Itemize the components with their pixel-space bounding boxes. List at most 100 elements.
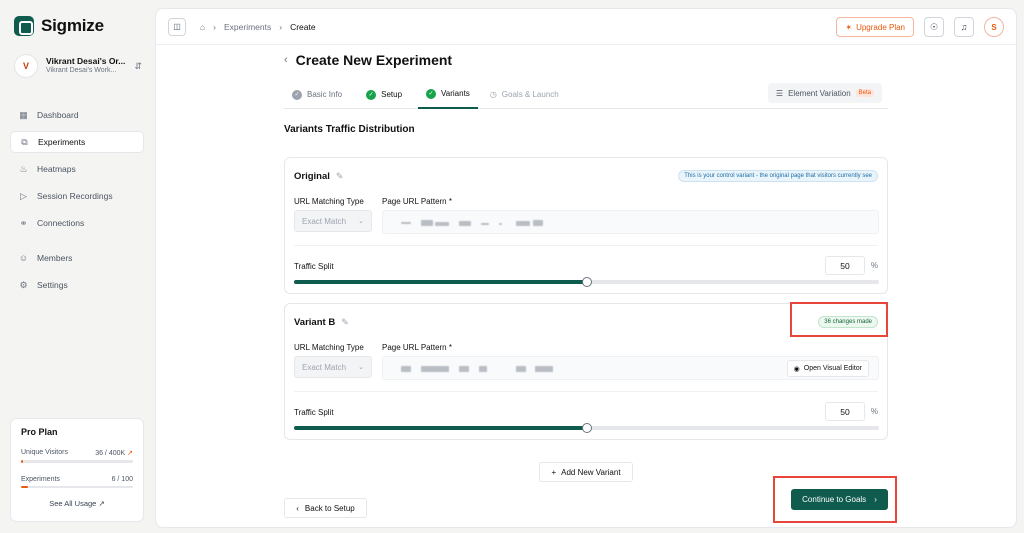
stepper-tabs: ✓ Basic Info ✓ Setup ✓ Variants ◷ Goals … xyxy=(284,81,888,109)
slider-fill xyxy=(294,426,587,430)
page-title: ‹ Create New Experiment xyxy=(284,52,453,68)
url-matching-select[interactable]: Exact Match ⌄ xyxy=(294,210,372,232)
bell-icon: ♫ xyxy=(960,22,968,32)
support-button[interactable]: ☉ xyxy=(924,17,944,37)
tab-setup[interactable]: ✓ Setup xyxy=(358,81,410,109)
sparkle-icon: ✶ xyxy=(845,22,853,32)
video-icon: ▷ xyxy=(20,190,27,201)
layers-icon: ☰ xyxy=(775,88,784,98)
traffic-slider[interactable] xyxy=(294,277,879,287)
see-all-usage-link[interactable]: See All Usage ↗ xyxy=(21,499,133,508)
slider-handle[interactable] xyxy=(581,423,592,433)
chevron-down-icon: ⌄ xyxy=(358,218,364,225)
dashboard-icon: ▦ xyxy=(19,109,28,120)
experiments-icon: ⧉ xyxy=(21,136,28,147)
experiments-usage-value: 6 / 100 xyxy=(111,475,133,483)
variant-name: Original xyxy=(294,171,330,182)
sidebar-item-members[interactable]: ☺ Members xyxy=(10,247,144,269)
brand-name: Sigmize xyxy=(41,16,104,35)
sidebar-item-label: Session Recordings xyxy=(37,191,113,201)
back-to-setup-button[interactable]: ‹ Back to Setup xyxy=(284,498,367,518)
sidebar-item-experiments[interactable]: ⧉ Experiments xyxy=(10,131,144,153)
breadcrumb-experiments[interactable]: Experiments xyxy=(224,22,271,32)
home-icon[interactable]: ⌂ xyxy=(200,22,205,32)
sidebar-item-session-recordings[interactable]: ▷ Session Recordings xyxy=(10,185,144,207)
slider-fill xyxy=(294,280,587,284)
page-url-label: Page URL Pattern * xyxy=(382,343,452,352)
org-workspace: Vikrant Desai's Work... xyxy=(46,66,117,74)
breadcrumb-current: Create xyxy=(290,21,316,32)
sidebar-item-dashboard[interactable]: ▦ Dashboard xyxy=(10,104,144,126)
sidebar-toggle-button[interactable]: ◫ xyxy=(168,17,186,36)
chevron-right-icon: › xyxy=(213,21,216,32)
traffic-slider[interactable] xyxy=(294,423,879,433)
chevron-right-icon: › xyxy=(279,21,283,32)
variant-name: Variant B xyxy=(294,317,336,328)
tab-variants[interactable]: ✓ Variants xyxy=(418,81,478,109)
sidebar-nav: ▦ Dashboard ⧉ Experiments ♨ Heatmaps ▷ S… xyxy=(10,104,144,301)
edit-icon[interactable]: ✎ xyxy=(341,317,349,328)
org-name: Vikrant Desai's Or... xyxy=(46,56,126,67)
annotation-highlight-changes xyxy=(790,302,888,337)
slider-handle[interactable] xyxy=(581,277,592,287)
variant-card-original: Original ✎ This is your control variant … xyxy=(284,157,888,294)
sidebar: Sigmize V Vikrant Desai's Or... Vikrant … xyxy=(0,0,152,533)
visitors-value: 36 / 400K xyxy=(95,450,126,457)
traffic-split-input[interactable]: 50 xyxy=(825,402,865,421)
sigmize-logo-icon xyxy=(14,16,34,36)
element-variation-button[interactable]: ☰ Element Variation Beta xyxy=(767,83,882,103)
url-matching-label: URL Matching Type xyxy=(294,197,364,206)
edit-icon[interactable]: ✎ xyxy=(336,171,344,182)
members-icon: ☺ xyxy=(18,253,29,263)
traffic-split-label: Traffic Split xyxy=(294,408,334,417)
user-avatar[interactable]: S xyxy=(984,17,1004,37)
eye-icon: ◉ xyxy=(793,365,800,373)
check-circle-icon: ✓ xyxy=(426,88,437,99)
tab-basic-info[interactable]: ✓ Basic Info xyxy=(284,81,350,109)
upgrade-plan-button[interactable]: ✶ Upgrade Plan xyxy=(836,17,914,37)
heatmaps-icon: ♨ xyxy=(19,163,28,174)
url-matching-label: URL Matching Type xyxy=(294,343,364,352)
chevron-left-icon: ‹ xyxy=(296,503,299,513)
experiments-usage-label: Experiments xyxy=(21,475,60,483)
org-avatar: V xyxy=(14,54,38,78)
add-new-variant-button[interactable]: + Add New Variant xyxy=(539,462,633,482)
open-visual-editor-button[interactable]: ◉ Open Visual Editor xyxy=(786,360,869,377)
notifications-button[interactable]: ♫ xyxy=(954,17,974,37)
clock-icon: ◷ xyxy=(489,90,497,99)
traffic-split-label: Traffic Split xyxy=(294,262,334,271)
traffic-split-input[interactable]: 50 xyxy=(825,256,865,275)
panel-icon: ◫ xyxy=(173,22,181,31)
sidebar-item-settings[interactable]: ⚙ Settings xyxy=(10,274,144,296)
page-url-input[interactable] xyxy=(382,210,879,234)
tab-goals-launch[interactable]: ◷ Goals & Launch xyxy=(482,81,567,109)
back-chevron-icon[interactable]: ‹ xyxy=(284,54,288,66)
percent-sign: % xyxy=(870,407,878,416)
check-circle-icon: ✓ xyxy=(366,89,377,100)
topbar: ◫ ⌂ › Experiments › Create ✶ Upgrade Pla… xyxy=(156,9,1016,45)
lifebuoy-icon: ☉ xyxy=(929,21,939,32)
sidebar-item-connections[interactable]: ⚭ Connections xyxy=(10,212,144,234)
sidebar-item-label: Members xyxy=(37,253,73,263)
url-matching-select[interactable]: Exact Match ⌄ xyxy=(294,356,372,378)
plus-icon: + xyxy=(551,467,557,477)
sidebar-item-label: Connections xyxy=(37,218,85,228)
experiments-progress xyxy=(21,485,133,488)
external-link-icon: ↗ xyxy=(98,499,105,508)
brand-logo[interactable]: Sigmize xyxy=(14,16,104,36)
breadcrumb: ⌂ › Experiments › Create xyxy=(200,22,316,32)
check-circle-icon: ✓ xyxy=(292,89,302,100)
connections-icon: ⚭ xyxy=(19,217,28,228)
org-switcher[interactable]: V Vikrant Desai's Or... Vikrant Desai's … xyxy=(14,54,142,78)
visitors-label: Unique Visitors xyxy=(21,449,68,456)
sidebar-item-heatmaps[interactable]: ♨ Heatmaps xyxy=(10,158,144,180)
section-title: Variants Traffic Distribution xyxy=(284,124,415,135)
sidebar-item-label: Heatmaps xyxy=(37,164,76,174)
plan-usage-card: Pro Plan Unique Visitors 36 / 400K ↗ Exp… xyxy=(10,418,144,522)
visitors-progress xyxy=(21,460,133,463)
sidebar-item-label: Dashboard xyxy=(37,110,79,120)
sidebar-item-label: Experiments xyxy=(38,137,86,147)
page-url-input[interactable]: ◉ Open Visual Editor xyxy=(382,356,879,380)
plan-title: Pro Plan xyxy=(21,427,58,437)
trend-up-icon: ↗ xyxy=(127,450,133,457)
